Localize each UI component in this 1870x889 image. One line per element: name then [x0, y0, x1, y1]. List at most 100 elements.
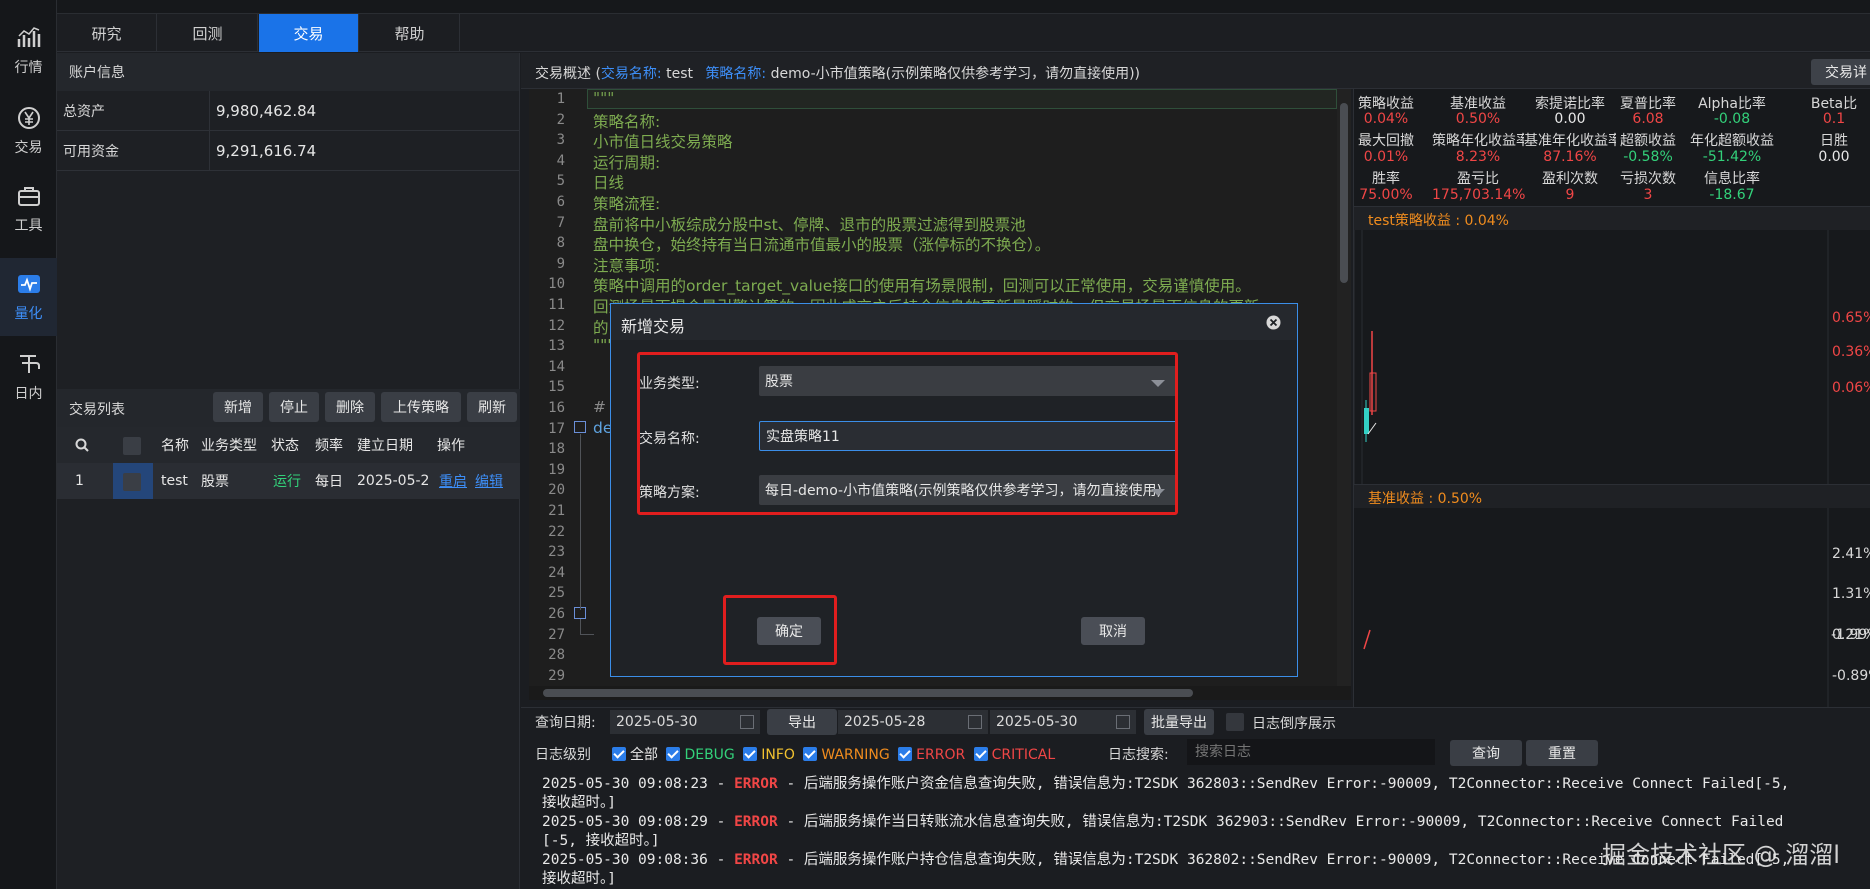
rail-item-quant[interactable]: 量化: [0, 258, 57, 336]
level-all[interactable]: 全部: [612, 747, 658, 763]
col-actions: 操作: [437, 438, 465, 454]
stat-value: 8.23%: [1455, 149, 1501, 165]
checkbox-icon: [898, 747, 913, 761]
tick-label: 2.41%: [1832, 546, 1870, 562]
tab-help[interactable]: 帮助: [360, 14, 460, 52]
checkbox-icon: [743, 747, 758, 761]
level-critical[interactable]: CRITICAL: [973, 747, 1055, 763]
code-line: 的: [593, 318, 609, 337]
stop-button[interactable]: 停止: [269, 392, 319, 422]
cancel-button[interactable]: 取消: [1081, 617, 1145, 645]
chart-icon: [17, 27, 40, 47]
table-header: 名称 业务类型 状态 频率 建立日期 操作: [57, 427, 520, 463]
line-number: 29: [548, 667, 565, 684]
stat-value: -0.08: [1713, 111, 1751, 127]
stat-label: 基准收益: [1450, 96, 1506, 112]
strategy-return-title: test策略收益 : 0.04%: [1368, 213, 1509, 229]
line-number: 16: [548, 400, 565, 416]
log-entry-continuation: [-5, 接收超时。]: [542, 833, 660, 849]
stat-value: -18.67: [1709, 187, 1755, 203]
tab-trade[interactable]: 交易: [259, 14, 359, 52]
code-line: #: [593, 398, 606, 416]
stats-panel: 策略收益 基准收益 索提诺比率 夏普比率 Alpha比率 Beta比 0.04% 0.50% 0…: [1353, 89, 1870, 707]
strategy-return-plot: [1353, 230, 1829, 484]
line-number: 15: [548, 379, 565, 396]
upload-strategy-button[interactable]: 上传策略: [381, 392, 461, 422]
code-line: 小市值日线交易策略: [593, 133, 733, 152]
refresh-button[interactable]: 刷新: [467, 392, 517, 422]
line-number: 21: [548, 503, 565, 519]
fold-icon[interactable]: [574, 421, 586, 433]
log-entry-continuation: 接收超时。]: [542, 795, 616, 811]
tick-label: -1.99%: [1831, 627, 1870, 643]
current-line-highlight: [587, 89, 1337, 109]
account-title: 账户信息: [57, 53, 519, 91]
editor-scrollbar-h[interactable]: [529, 686, 1351, 700]
code-line: 盘前将中小板综成分股中st、停牌、退市的股票过滤得到股票池: [593, 215, 1026, 234]
checkbox-icon: [973, 747, 988, 761]
line-number: 10: [548, 276, 565, 293]
delete-button[interactable]: 删除: [325, 392, 375, 422]
dialog-title: 新增交易: [621, 317, 686, 336]
level-info[interactable]: INFO: [743, 747, 795, 763]
overview-header: 交易概述 (交易名称: test 策略名称: demo-小市值策略(示例策略仅供…: [521, 53, 1870, 89]
rail-item-tools[interactable]: 工具: [0, 170, 57, 248]
benchmark-return-plot: [1363, 508, 1829, 707]
log-entry: 2025-05-30 09:08:29 - ERROR - 后端服务操作当日转账…: [542, 814, 1784, 830]
line-number: 19: [548, 461, 565, 478]
highlight-box: [637, 352, 1178, 515]
batch-export-button[interactable]: 批量导出: [1144, 709, 1214, 735]
line-number: 27: [548, 626, 565, 643]
line-number: 5: [556, 173, 565, 190]
stat-label: 亏损次数: [1620, 171, 1676, 187]
log-search-input[interactable]: [1187, 739, 1435, 765]
reverse-order-checkbox[interactable]: [1226, 713, 1244, 731]
rail-item-trade[interactable]: 交易: [0, 92, 57, 170]
table-row[interactable]: 1 test 股票 运行 每日 2025-05-2 重启 编辑: [57, 463, 520, 499]
line-number: 17: [548, 420, 565, 437]
reset-button[interactable]: 重置: [1526, 740, 1598, 766]
line-number: 24: [548, 564, 565, 581]
export-button[interactable]: 导出: [767, 709, 837, 735]
line-number: 18: [548, 441, 565, 458]
level-warning[interactable]: WARNING: [803, 747, 890, 763]
rail-item-market[interactable]: 行情: [0, 12, 57, 90]
line-number: 23: [548, 544, 565, 561]
level-error[interactable]: ERROR: [898, 747, 965, 763]
add-button[interactable]: 新增: [213, 392, 263, 422]
line-number: 26: [548, 606, 565, 622]
tab-backtest[interactable]: 回测: [158, 14, 258, 52]
line-number: 8: [556, 235, 565, 252]
query-date-input[interactable]: 2025-05-30: [610, 710, 760, 734]
stat-value: -0.58%: [1623, 149, 1673, 165]
title-bar: [57, 0, 1870, 14]
close-icon[interactable]: [1266, 315, 1281, 330]
query-button[interactable]: 查询: [1450, 740, 1522, 766]
calendar-icon: [740, 715, 754, 729]
stat-value: 0.50%: [1455, 111, 1501, 127]
restart-link[interactable]: 重启: [439, 463, 467, 499]
code-line: 策略中调用的order_target_value接口的使用有场景限制，回测可以正…: [593, 277, 1251, 296]
code-line: 注意事项:: [593, 256, 661, 275]
stat-value: 0.00: [1818, 149, 1850, 165]
from-date-input[interactable]: 2025-05-28: [838, 710, 988, 734]
tick-label: 0.36%: [1832, 344, 1870, 360]
tick-label: 1.31%: [1832, 586, 1870, 602]
select-all-checkbox[interactable]: [123, 437, 141, 455]
line-number: 11: [548, 297, 565, 313]
line-number: 3: [556, 132, 565, 149]
reverse-order-label: 日志倒序展示: [1252, 716, 1336, 732]
edit-link[interactable]: 编辑: [475, 463, 503, 499]
to-date-input[interactable]: 2025-05-30: [990, 710, 1136, 734]
intraday-icon: [19, 355, 40, 373]
trade-detail-button[interactable]: 交易详: [1811, 59, 1870, 85]
search-icon[interactable]: [75, 438, 89, 452]
checkbox-icon: [803, 747, 818, 761]
line-number: 9: [556, 255, 565, 272]
checkbox-icon: [612, 747, 626, 761]
row-checkbox[interactable]: [123, 473, 141, 491]
tab-research[interactable]: 研究: [57, 14, 157, 52]
rail-item-intraday[interactable]: 日内: [0, 338, 57, 416]
level-debug[interactable]: DEBUG: [666, 747, 735, 763]
line-number: 7: [556, 214, 565, 231]
